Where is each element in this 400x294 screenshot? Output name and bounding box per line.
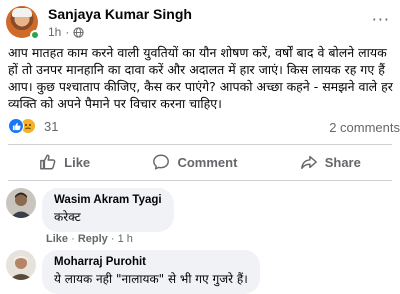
share-icon — [300, 155, 317, 170]
post-time[interactable]: 1h — [48, 25, 61, 39]
like-reaction-icon — [8, 118, 24, 134]
avatar-cap-shape — [12, 8, 32, 17]
comment-bubble: Wasim Akram Tyagi करेक्ट — [42, 188, 174, 232]
comment-text: ये लायक नही "नालायक" से भी गए गुजरे हैं। — [54, 272, 248, 286]
like-button[interactable]: Like — [39, 153, 90, 171]
thumbs-up-icon — [40, 154, 56, 170]
commenter-name[interactable]: Wasim Akram Tyagi — [54, 194, 162, 206]
comment-meta: Like · Reply · 1 h — [46, 233, 133, 245]
divider-bottom — [8, 180, 392, 181]
post-text: आप मातहत काम करने वाली युवतियों का यौन श… — [8, 45, 393, 111]
reaction-count[interactable]: 31 — [44, 119, 58, 134]
reactions-summary[interactable]: 31 — [8, 118, 58, 134]
comment-text: करेक्ट — [54, 210, 81, 224]
meta-separator: · — [110, 233, 118, 245]
commenter-avatar[interactable] — [6, 250, 36, 280]
post-meta: 1h · — [48, 25, 84, 39]
like-label: Like — [64, 154, 91, 170]
post-header: Sanjaya Kumar Singh 1h · ··· — [6, 6, 394, 40]
comment-bubble: Moharraj Purohit ये लायक नही "नालायक" से… — [42, 250, 260, 294]
divider-top — [8, 144, 392, 145]
comment-button[interactable]: Comment — [152, 153, 237, 171]
commenter-name[interactable]: Moharraj Purohit — [54, 256, 248, 268]
comment-reply-link[interactable]: Reply — [78, 233, 108, 245]
commenter-avatar[interactable] — [6, 188, 36, 218]
meta-separator: · — [65, 25, 70, 39]
post-actions: Like Comment Share — [8, 147, 392, 177]
globe-icon — [73, 26, 84, 38]
share-label: Share — [324, 154, 361, 170]
more-options-button[interactable]: ··· — [372, 10, 390, 29]
comment-icon — [153, 154, 170, 170]
comment-label: Comment — [177, 154, 238, 170]
post-author-name[interactable]: Sanjaya Kumar Singh — [48, 6, 192, 22]
comment-time[interactable]: 1 h — [118, 233, 133, 245]
comment-like-link[interactable]: Like — [46, 233, 68, 245]
meta-separator: · — [71, 233, 78, 245]
share-button[interactable]: Share — [300, 153, 361, 171]
comment-count[interactable]: 2 comments — [329, 120, 400, 135]
online-status-icon — [30, 30, 40, 40]
